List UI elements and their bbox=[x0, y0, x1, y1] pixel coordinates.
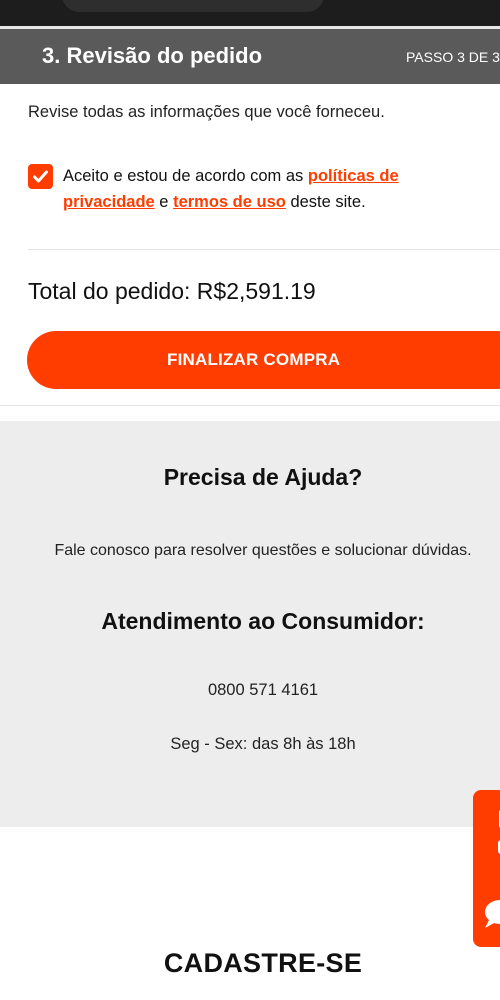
section-title: 3. Revisão do pedido bbox=[42, 43, 263, 68]
help-section: Precisa de Ajuda? Fale conosco para reso… bbox=[0, 421, 500, 827]
consent-checkbox[interactable] bbox=[28, 164, 53, 189]
top-search-pill[interactable] bbox=[62, 0, 324, 12]
consent-text-before: Aceito e estou de acordo com as bbox=[63, 167, 308, 185]
consent-connector: e bbox=[154, 193, 174, 211]
chat-bubble-icon bbox=[485, 900, 500, 928]
support-phone[interactable]: 0800 571 4161 bbox=[0, 681, 500, 700]
consent-text-after: deste site. bbox=[285, 193, 366, 211]
support-hours: Seg - Sex: das 8h às 18h bbox=[170, 735, 356, 753]
terms-of-use-link[interactable]: termos de uso bbox=[173, 193, 286, 211]
chat-widget-tab[interactable] bbox=[473, 790, 500, 947]
signup-heading[interactable]: CADASTRE-SE bbox=[0, 948, 500, 979]
checkmark-icon bbox=[33, 170, 48, 183]
section-header: 3. Revisão do pedido PASSO 3 DE 3 bbox=[0, 26, 500, 84]
top-bar bbox=[0, 0, 500, 26]
checkout-page: 3. Revisão do pedido PASSO 3 DE 3 Revise… bbox=[0, 0, 500, 1000]
customer-service-title: Atendimento ao Consumidor: bbox=[101, 608, 425, 634]
help-text: Fale conosco para resolver questões e so… bbox=[54, 542, 472, 559]
consent-text: Aceito e estou de acordo com as política… bbox=[63, 163, 483, 215]
finalize-purchase-button[interactable]: FINALIZAR COMPRA bbox=[27, 331, 500, 389]
divider bbox=[0, 405, 500, 406]
step-indicator: PASSO 3 DE 3 bbox=[406, 49, 500, 65]
help-title: Precisa de Ajuda? bbox=[163, 464, 363, 490]
divider bbox=[28, 249, 500, 250]
review-instructions: Revise todas as informações que você for… bbox=[28, 103, 385, 121]
order-total: Total do pedido: R$2,591.19 bbox=[28, 278, 316, 304]
